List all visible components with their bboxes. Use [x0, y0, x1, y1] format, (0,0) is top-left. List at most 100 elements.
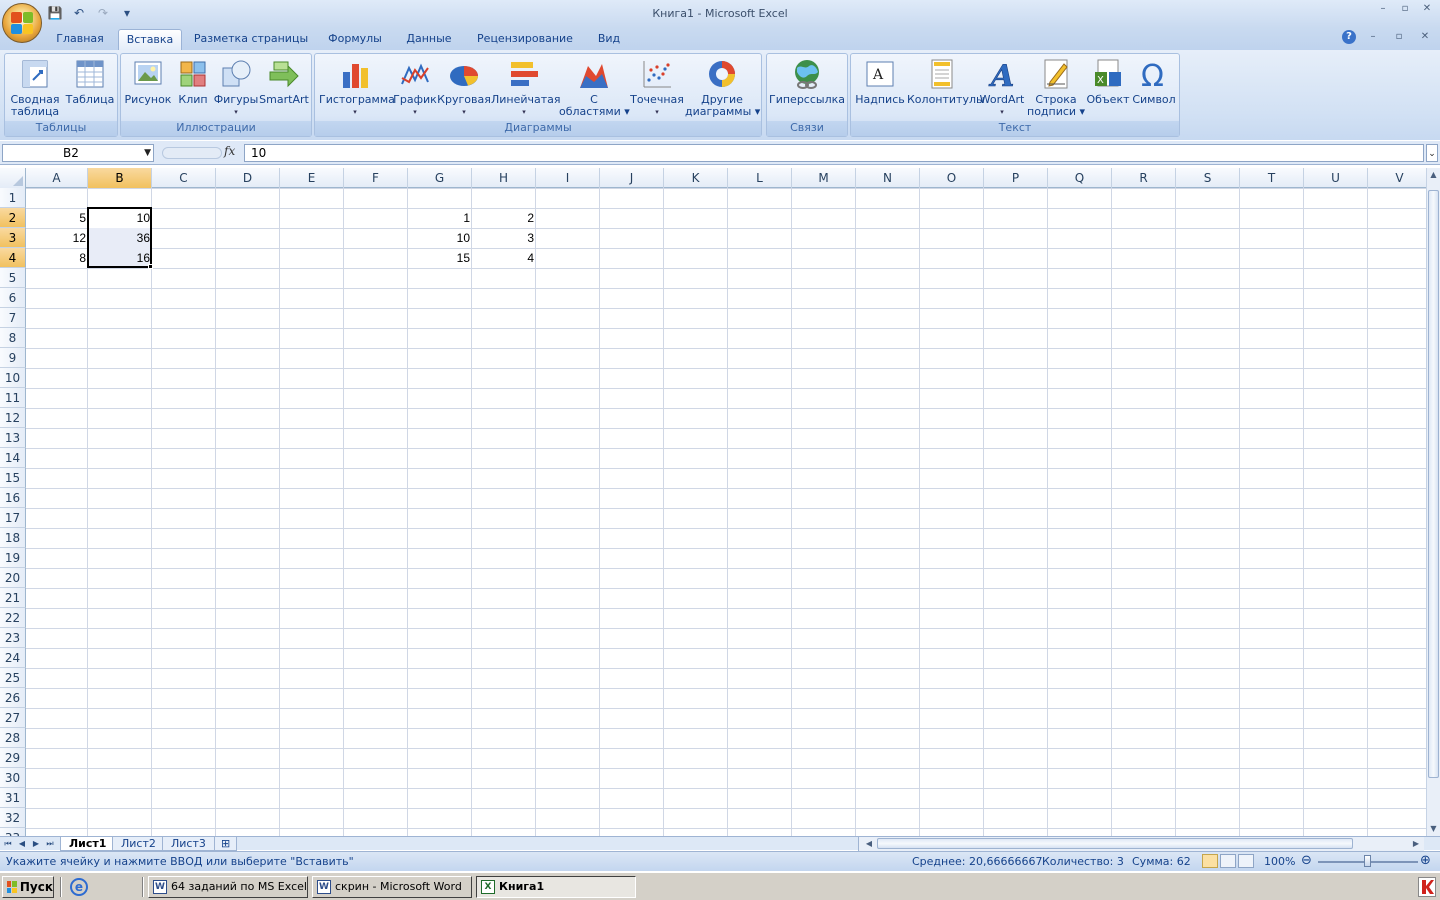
column-header-e[interactable]: E [280, 168, 344, 188]
row-header-12[interactable]: 12 [0, 408, 26, 428]
cell-g4[interactable]: 15 [408, 248, 472, 268]
cell-g2[interactable]: 1 [408, 208, 472, 228]
object-button[interactable]: X Объект [1085, 56, 1131, 122]
column-header-i[interactable]: I [536, 168, 600, 188]
column-header-v[interactable]: V [1368, 168, 1426, 188]
zoom-out-icon[interactable]: ⊖ [1301, 853, 1312, 868]
help-icon[interactable]: ? [1342, 30, 1356, 44]
taskbar-item-word-doc[interactable]: W 64 заданий по MS Excel ... [148, 876, 308, 898]
zoom-level[interactable]: 100% [1264, 855, 1295, 868]
area-chart-button[interactable]: С областями ▾ [559, 56, 630, 122]
row-header-26[interactable]: 26 [0, 688, 26, 708]
row-header-7[interactable]: 7 [0, 308, 26, 328]
taskbar-item-word-screenshot[interactable]: W скрин - Microsoft Word [312, 876, 472, 898]
row-header-33[interactable]: 33 [0, 828, 26, 836]
column-header-g[interactable]: G [408, 168, 472, 188]
row-header-18[interactable]: 18 [0, 528, 26, 548]
column-header-t[interactable]: T [1240, 168, 1304, 188]
workbook-close-button[interactable]: ✕ [1416, 30, 1434, 44]
next-sheet-icon[interactable]: ▶ [30, 837, 42, 851]
cell-b2[interactable]: 10 [88, 208, 152, 228]
line-chart-button[interactable]: График ▾ [393, 56, 437, 122]
row-header-6[interactable]: 6 [0, 288, 26, 308]
name-box-dropdown-icon[interactable]: ▼ [144, 145, 151, 161]
row-header-24[interactable]: 24 [0, 648, 26, 668]
clip-art-button[interactable]: Клип [175, 56, 211, 122]
row-header-13[interactable]: 13 [0, 428, 26, 448]
row-header-8[interactable]: 8 [0, 328, 26, 348]
column-header-m[interactable]: M [792, 168, 856, 188]
histogram-chart-button[interactable]: Гистограмма ▾ [319, 56, 395, 122]
column-header-c[interactable]: C [152, 168, 216, 188]
page-layout-view-icon[interactable] [1220, 854, 1236, 868]
picture-button[interactable]: Рисунок [123, 56, 173, 122]
save-icon[interactable]: 💾 [46, 5, 64, 21]
shapes-button[interactable]: Фигуры ▾ [213, 56, 259, 122]
column-header-n[interactable]: N [856, 168, 920, 188]
cell-a2[interactable]: 5 [26, 208, 88, 228]
row-header-27[interactable]: 27 [0, 708, 26, 728]
row-header-3[interactable]: 3 [0, 228, 26, 248]
horizontal-scroll-thumb[interactable] [877, 838, 1353, 849]
scroll-right-icon[interactable]: ▶ [1410, 837, 1422, 851]
select-all-corner[interactable] [0, 168, 26, 188]
column-header-j[interactable]: J [600, 168, 664, 188]
row-header-2[interactable]: 2 [0, 208, 26, 228]
customize-qat-icon[interactable]: ▾ [118, 5, 136, 21]
cell-b4[interactable]: 16 [88, 248, 152, 268]
scatter-chart-button[interactable]: Точечная ▾ [627, 56, 687, 122]
normal-view-icon[interactable] [1202, 854, 1218, 868]
column-header-a[interactable]: A [26, 168, 88, 188]
scroll-down-icon[interactable]: ▼ [1427, 822, 1440, 836]
office-button[interactable] [2, 3, 42, 43]
workbook-minimize-button[interactable]: – [1364, 30, 1382, 44]
row-header-28[interactable]: 28 [0, 728, 26, 748]
column-header-o[interactable]: O [920, 168, 984, 188]
tab-formulas[interactable]: Формулы [322, 29, 388, 50]
name-box[interactable]: B2 ▼ [2, 144, 154, 162]
sheet-tab-2[interactable]: Лист2 [112, 837, 165, 851]
cell-a3[interactable]: 12 [26, 228, 88, 248]
row-header-30[interactable]: 30 [0, 768, 26, 788]
row-header-20[interactable]: 20 [0, 568, 26, 588]
tab-review[interactable]: Рецензирование [470, 29, 580, 50]
formula-input[interactable]: 10 [244, 144, 1424, 162]
column-header-l[interactable]: L [728, 168, 792, 188]
row-header-17[interactable]: 17 [0, 508, 26, 528]
row-header-11[interactable]: 11 [0, 388, 26, 408]
column-header-s[interactable]: S [1176, 168, 1240, 188]
zoom-slider-thumb[interactable] [1364, 855, 1371, 867]
column-header-r[interactable]: R [1112, 168, 1176, 188]
sheet-tab-1[interactable]: Лист1 [60, 837, 116, 851]
row-header-14[interactable]: 14 [0, 448, 26, 468]
row-header-1[interactable]: 1 [0, 188, 26, 208]
vertical-scrollbar[interactable]: ▲ ▼ [1426, 168, 1440, 836]
tab-insert[interactable]: Вставка [118, 29, 182, 50]
other-charts-button[interactable]: Другие диаграммы ▾ [685, 56, 760, 122]
undo-icon[interactable]: ↶ [70, 5, 88, 21]
column-header-d[interactable]: D [216, 168, 280, 188]
cell-h3[interactable]: 3 [472, 228, 536, 248]
row-header-21[interactable]: 21 [0, 588, 26, 608]
smartart-button[interactable]: SmartArt [259, 56, 309, 122]
row-header-25[interactable]: 25 [0, 668, 26, 688]
column-header-u[interactable]: U [1304, 168, 1368, 188]
last-sheet-icon[interactable]: ⏭ [44, 837, 56, 851]
sheet-tab-3[interactable]: Лист3 [162, 837, 215, 851]
row-header-10[interactable]: 10 [0, 368, 26, 388]
symbol-button[interactable]: Ω Символ [1131, 56, 1177, 122]
horizontal-scrollbar[interactable]: ◀ ▶ [858, 837, 1424, 851]
cell-g3[interactable]: 10 [408, 228, 472, 248]
textbox-button[interactable]: A Надпись [855, 56, 905, 122]
hyperlink-button[interactable]: Гиперссылка [769, 56, 845, 122]
pivot-table-button[interactable]: Сводная таблица [7, 56, 63, 122]
scroll-left-icon[interactable]: ◀ [863, 837, 875, 851]
tab-home[interactable]: Главная [50, 29, 110, 50]
tab-data[interactable]: Данные [400, 29, 458, 50]
restore-button[interactable]: ▫ [1396, 2, 1414, 16]
cell-h2[interactable]: 2 [472, 208, 536, 228]
first-sheet-icon[interactable]: ⏮ [2, 837, 14, 851]
row-header-29[interactable]: 29 [0, 748, 26, 768]
row-header-5[interactable]: 5 [0, 268, 26, 288]
redo-icon[interactable]: ↷ [94, 5, 112, 21]
